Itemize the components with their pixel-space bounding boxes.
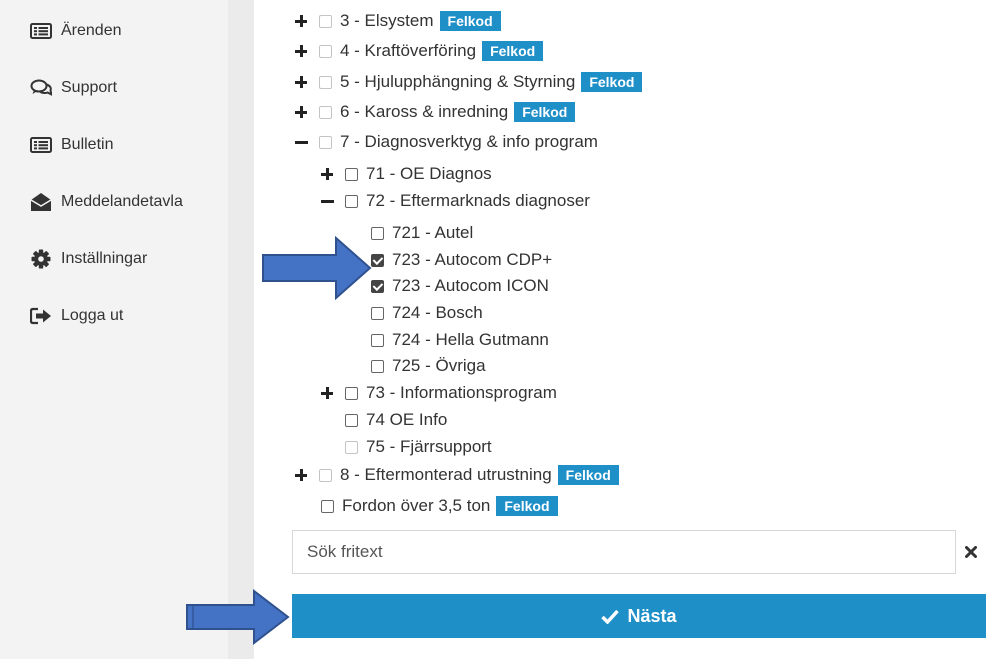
tree-item: 75 - Fjärrsupport: [345, 435, 492, 459]
tree-checkbox[interactable]: [319, 14, 332, 28]
tree-item: Fordon över 3,5 ton Felkod: [321, 494, 558, 518]
tree-checkbox[interactable]: [371, 333, 384, 347]
tree-item-label: 73 - Informationsprogram: [366, 383, 557, 402]
expand-plus-icon[interactable]: [295, 45, 307, 57]
tree-item-label: 71 - OE Diagnos: [366, 164, 492, 183]
tree-checkbox-checked[interactable]: [371, 253, 384, 267]
tree-item-label: Fordon över 3,5 ton: [342, 496, 491, 515]
expand-plus-icon[interactable]: [321, 387, 333, 399]
tree-checkbox[interactable]: [319, 135, 332, 149]
tree-item: 723 - Autocom ICON: [371, 274, 549, 298]
tree-item: 3 - Elsystem Felkod: [295, 9, 501, 33]
felkod-badge: Felkod: [557, 465, 619, 485]
collapse-minus-icon[interactable]: [295, 136, 308, 148]
tree-item-label: 724 - Hella Gutmann: [392, 330, 549, 349]
search-field: [292, 530, 956, 574]
annotation-arrow-right: [186, 589, 290, 645]
tree-item-label: 723 - Autocom CDP+: [392, 250, 553, 269]
tree-item-label: 724 - Bosch: [392, 303, 483, 322]
tree-item-label: 721 - Autel: [392, 223, 474, 242]
felkod-badge: Felkod: [482, 41, 544, 61]
felkod-badge: Felkod: [496, 496, 558, 516]
felkod-badge: Felkod: [514, 102, 576, 122]
expand-plus-icon[interactable]: [295, 76, 307, 88]
next-button[interactable]: Nästa: [292, 594, 986, 638]
tree-checkbox[interactable]: [345, 440, 358, 454]
tree-item: 4 - Kraftöverföring Felkod: [295, 39, 544, 63]
tree-checkbox[interactable]: [319, 44, 332, 58]
tree-checkbox[interactable]: [371, 306, 384, 320]
felkod-badge: Felkod: [581, 72, 643, 92]
close-icon: [965, 546, 977, 558]
tree-checkbox[interactable]: [319, 468, 332, 482]
tree-item: 7 - Diagnosverktyg & info program: [295, 130, 598, 154]
tree-item: 5 - Hjulupphängning & Styrning Felkod: [295, 70, 643, 94]
tree-checkbox[interactable]: [319, 105, 332, 119]
tree-item-label: 6 - Kaross & inredning: [340, 102, 509, 121]
tree-checkbox[interactable]: [321, 499, 334, 513]
tree-checkbox[interactable]: [345, 167, 358, 181]
tree-item-label: 72 - Eftermarknads diagnoser: [366, 191, 590, 210]
tree-item: 71 - OE Diagnos: [321, 162, 492, 186]
annotation-arrow-right: [262, 236, 372, 300]
tree-item: 73 - Informationsprogram: [321, 381, 557, 405]
next-button-label: Nästa: [627, 605, 677, 626]
tree-checkbox[interactable]: [371, 226, 384, 240]
tree-item: 721 - Autel: [371, 221, 473, 245]
tree-checkbox-checked[interactable]: [371, 279, 384, 293]
tree-checkbox[interactable]: [345, 386, 358, 400]
tree-item: 8 - Eftermonterad utrustning Felkod: [295, 463, 619, 487]
collapse-minus-icon[interactable]: [321, 195, 334, 207]
tree-item-label: 5 - Hjulupphängning & Styrning: [340, 72, 576, 91]
expand-plus-icon[interactable]: [295, 15, 307, 27]
expand-plus-icon[interactable]: [295, 106, 307, 118]
tree-item-label: 74 OE Info: [366, 410, 448, 429]
tree-item: 724 - Hella Gutmann: [371, 328, 549, 352]
tree-item-label: 75 - Fjärrsupport: [366, 437, 492, 456]
tree-checkbox[interactable]: [345, 413, 358, 427]
tree-item-label: 8 - Eftermonterad utrustning: [340, 465, 552, 484]
tree-item-label: 725 - Övriga: [392, 356, 486, 375]
tree-item-label: 7 - Diagnosverktyg & info program: [340, 132, 598, 151]
tree-item-label: 723 - Autocom ICON: [392, 276, 549, 295]
felkod-badge: Felkod: [439, 11, 501, 31]
tree-item-label: 3 - Elsystem: [340, 11, 434, 30]
expand-plus-icon[interactable]: [321, 168, 333, 180]
tree-checkbox[interactable]: [319, 75, 332, 89]
clear-search-button[interactable]: [956, 530, 986, 574]
tree-item: 74 OE Info: [345, 408, 447, 432]
tree-item: 72 - Eftermarknads diagnoser: [321, 189, 590, 213]
expand-plus-icon[interactable]: [295, 469, 307, 481]
search-input[interactable]: [293, 531, 955, 573]
tree-item: 723 - Autocom CDP+: [371, 248, 552, 272]
tree-item: 6 - Kaross & inredning Felkod: [295, 100, 576, 124]
check-icon: [601, 609, 620, 624]
tree-item: 725 - Övriga: [371, 354, 486, 378]
tree-checkbox[interactable]: [345, 194, 358, 208]
tree-checkbox[interactable]: [371, 359, 384, 373]
tree-item-label: 4 - Kraftöverföring: [340, 41, 477, 60]
tree-item: 724 - Bosch: [371, 301, 483, 325]
